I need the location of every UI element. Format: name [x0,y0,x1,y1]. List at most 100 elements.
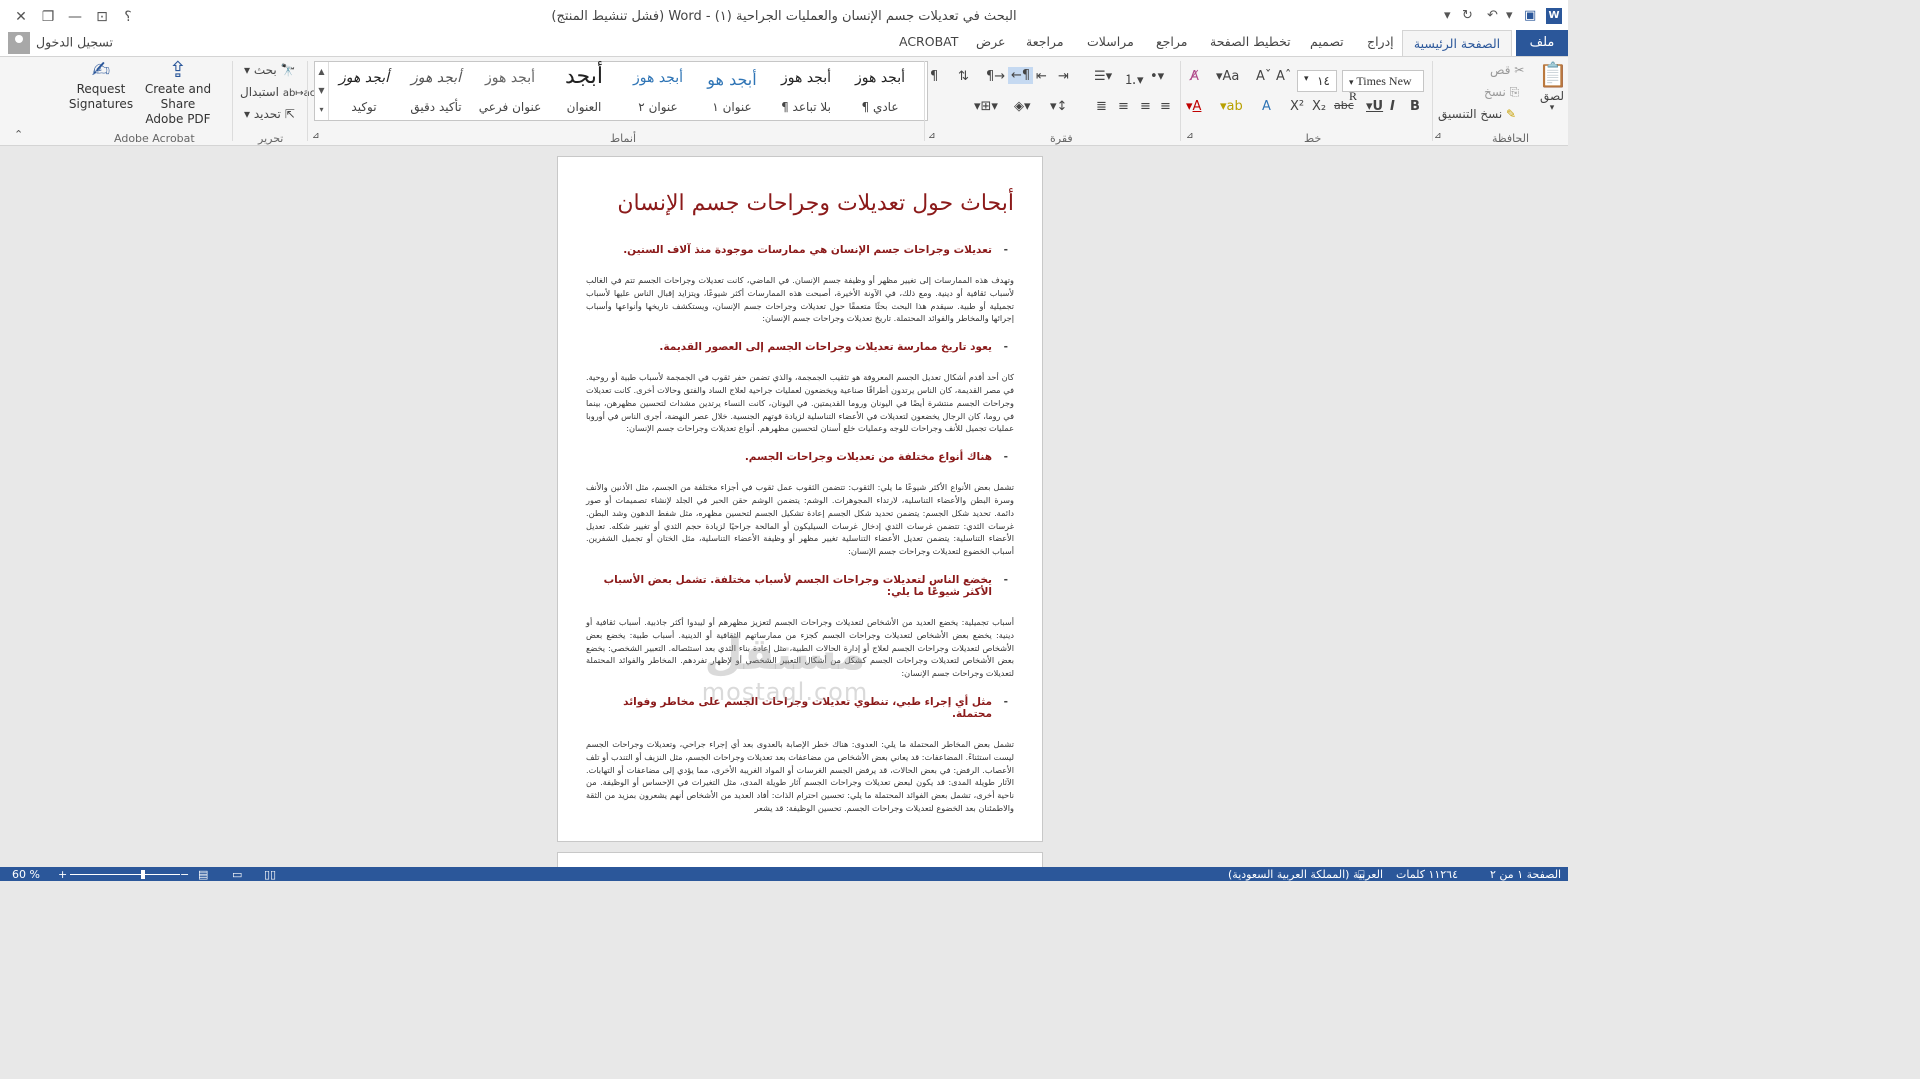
grow-font-icon[interactable]: Aˆ [1276,69,1291,84]
line-spacing-icon[interactable]: ▾↕ [1050,99,1067,114]
zoom-slider[interactable] [70,874,180,875]
sort-icon[interactable]: ⇅ [958,69,969,84]
tab-page-layout[interactable]: تخطيط الصفحة [1210,34,1291,49]
collapse-ribbon-icon[interactable]: ⌃ [14,128,23,141]
tab-review[interactable]: مراجعة [1026,34,1064,49]
find-label: بحث [253,63,277,77]
clipboard-launcher-icon[interactable]: ⊿ [1434,131,1442,141]
scroll-up-icon[interactable]: ▲ [315,62,328,81]
bold-icon[interactable]: B [1410,99,1420,114]
change-case-icon[interactable]: ▾Aa [1216,69,1239,84]
divider [307,61,308,141]
style-name: عنوان فرعي [478,100,542,114]
tab-home[interactable]: الصفحة الرئيسية [1402,30,1512,57]
italic-icon[interactable]: I [1390,99,1395,114]
more-styles-icon[interactable]: ▾ [315,100,328,119]
style-heading-2[interactable]: أبجد هوز عنوان ٢ [621,62,695,120]
select-cursor-icon: ⇱ [284,107,295,121]
save-icon[interactable]: ▣ [1524,8,1536,23]
request-signatures-button[interactable]: ✍ Request Signatures [66,58,136,112]
style-sample: أبجد هوز [485,70,535,86]
proofing-icon[interactable]: ⌸ [1358,868,1365,881]
style-subtitle[interactable]: أبجد هوز عنوان فرعي [473,62,547,120]
web-layout-icon[interactable]: ▤ [198,868,208,881]
strikethrough-icon[interactable]: abc [1334,99,1354,112]
underline-icon[interactable]: ▾U [1366,99,1383,114]
superscript-icon[interactable]: X² [1290,99,1304,114]
tab-insert[interactable]: إدراج [1367,34,1394,49]
zoom-level[interactable]: 60 % [12,868,40,881]
tab-acrobat[interactable]: ACROBAT [899,34,958,49]
clear-formatting-icon[interactable]: A̸ [1190,69,1199,84]
request-line2: Signatures [68,97,134,111]
format-painter-button[interactable]: نسخ التنسيق ✎ [1438,107,1516,121]
undo-icon[interactable]: ↶ [1487,8,1498,23]
style-name: توكيد [351,100,377,114]
clipboard-icon: 📋 [1538,61,1568,89]
zoom-out-icon[interactable]: − [180,868,189,881]
divider [924,61,925,141]
signature-icon: ✍ [91,58,111,83]
page-number[interactable]: الصفحة ١ من ٢ [1490,868,1561,881]
multilevel-list-icon[interactable]: ☰▾ [1094,69,1112,84]
paste-button[interactable]: 📋 لصق ▾ [1538,61,1568,113]
undo-dropdown-icon[interactable]: ▾ [1506,8,1513,23]
font-launcher-icon[interactable]: ⊿ [1186,131,1194,141]
find-icon: 🔭 [280,63,296,77]
font-size-select[interactable]: ▾ ١٤ [1297,70,1337,92]
rtl-icon[interactable]: ←¶ [1008,67,1034,84]
select-button[interactable]: ▾ تحديد ⇱ [244,107,295,121]
style-name: ¶ بلا تباعد [781,100,831,114]
find-button[interactable]: ▾ بحث 🔭 [244,63,296,77]
shrink-font-icon[interactable]: Aˇ [1256,69,1271,84]
style-title[interactable]: أبجد العنوان [547,62,621,120]
sign-in[interactable]: تسجيل الدخول [8,32,113,54]
justify-icon[interactable]: ≣ [1096,99,1107,114]
font-color-icon[interactable]: ▾A [1186,99,1201,114]
style-normal[interactable]: أبجد هوز ¶ عادي [843,62,917,120]
bullets-icon[interactable]: •▾ [1150,69,1164,84]
create-share-pdf-button[interactable]: ⇪ Create and Share Adobe PDF [143,60,213,127]
document-page[interactable]: أبحاث حول تعديلات وجراحات جسم الإنسان تع… [557,156,1043,842]
increase-indent-icon[interactable]: ⇥ [1058,69,1069,84]
highlight-icon[interactable]: ▾ab [1220,99,1243,114]
cut-button[interactable]: قص ✂ [1490,63,1524,77]
zoom-slider-thumb[interactable] [141,870,146,879]
style-emphasis[interactable]: أبجد هوز توكيد [327,62,401,120]
align-right-icon[interactable]: ≡ [1160,99,1171,114]
font-name-select[interactable]: ▾ Times New R [1342,70,1424,103]
style-subtle-emphasis[interactable]: أبجد هوز تأكيد دقيق [399,62,473,120]
align-center-icon[interactable]: ≡ [1118,99,1129,114]
paragraph-launcher-icon[interactable]: ⊿ [928,131,936,141]
ltr-icon[interactable]: ¶→ [986,69,1005,84]
borders-icon[interactable]: ▾⊞▾ [974,99,998,114]
show-marks-icon[interactable]: ¶ [930,69,938,84]
scroll-down-icon[interactable]: ▼ [315,81,328,100]
tab-mailings[interactable]: مراسلات [1087,34,1134,49]
customize-qat-icon[interactable]: ▾ [1444,8,1451,23]
print-layout-icon[interactable]: ▭ [232,868,242,881]
copy-button[interactable]: نسخ ⎘ [1484,85,1519,100]
text-effects-icon[interactable]: A [1262,99,1271,114]
style-heading-1[interactable]: أبجد هو عنوان ١ [695,62,769,120]
zoom-in-icon[interactable]: + [58,868,67,881]
section-paragraph: تشمل بعض المخاطر المحتملة ما يلي: العدوى… [586,738,1014,813]
style-sample: أبجد هو [707,70,757,89]
clipboard-group-label: الحافظة [1492,132,1530,145]
replace-button[interactable]: استبدال ab↦ac [240,85,315,99]
tab-references[interactable]: مراجع [1156,34,1187,49]
style-no-spacing[interactable]: أبجد هوز ¶ بلا تباعد [769,62,843,120]
word-count[interactable]: ١١٢٦٤ كلمات [1396,868,1458,881]
tab-design[interactable]: تصميم [1310,34,1344,49]
subscript-icon[interactable]: X₂ [1312,99,1326,114]
numbering-icon[interactable]: ⒈▾ [1124,69,1144,88]
tab-view[interactable]: عرض [976,34,1005,49]
decrease-indent-icon[interactable]: ⇤ [1036,69,1047,84]
redo-icon[interactable]: ↻ [1462,8,1473,23]
tab-file[interactable]: ملف [1516,30,1568,56]
styles-scrollbar[interactable]: ▲ ▼ ▾ [315,62,329,120]
align-left-icon[interactable]: ≡ [1140,99,1151,114]
styles-launcher-icon[interactable]: ⊿ [312,131,320,141]
shading-icon[interactable]: ◈▾ [1014,99,1031,114]
read-mode-icon[interactable]: ▯▯ [264,868,276,881]
